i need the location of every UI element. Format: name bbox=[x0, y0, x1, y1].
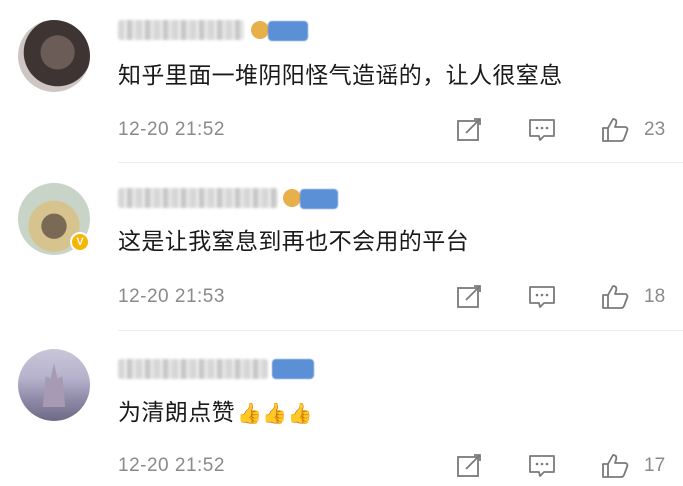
member-emoji-icon bbox=[251, 21, 269, 39]
member-badge bbox=[272, 359, 314, 379]
username-blurred[interactable] bbox=[118, 188, 278, 208]
comment-item: V 这是让我窒息到再也不会用的平台 12-20 21:53 18 bbox=[0, 163, 683, 330]
comment-meta: 12-20 21:53 18 bbox=[0, 282, 683, 312]
comment-text-body: 为清朗点赞 bbox=[118, 400, 235, 426]
share-icon[interactable] bbox=[455, 453, 483, 479]
comment-time: 12-20 21:52 bbox=[118, 455, 225, 476]
thumbs-emoji: 👍👍👍 bbox=[237, 401, 313, 425]
comment-text: 知乎里面一堆阴阳怪气造谣的，让人很窒息 bbox=[118, 63, 563, 89]
avatar[interactable] bbox=[18, 20, 90, 92]
like-count: 18 bbox=[644, 286, 666, 307]
share-icon[interactable] bbox=[455, 117, 483, 143]
comment-icon[interactable] bbox=[528, 453, 556, 479]
username-blurred[interactable] bbox=[118, 359, 268, 379]
thumbs-up-icon[interactable] bbox=[601, 284, 629, 310]
member-badge bbox=[300, 189, 338, 209]
comment-text: 这是让我窒息到再也不会用的平台 bbox=[118, 229, 469, 255]
verified-badge-icon: V bbox=[70, 232, 90, 252]
avatar[interactable] bbox=[18, 349, 90, 421]
comment-time: 12-20 21:52 bbox=[118, 119, 225, 140]
comment-icon[interactable] bbox=[528, 117, 556, 143]
comment-text: 为清朗点赞 👍👍👍 bbox=[118, 398, 313, 428]
comment-item: 为清朗点赞 👍👍👍 12-20 21:52 17 bbox=[0, 330, 683, 486]
comment-icon[interactable] bbox=[528, 284, 556, 310]
comment-item: 知乎里面一堆阴阳怪气造谣的，让人很窒息 12-20 21:52 23 bbox=[0, 0, 683, 163]
like-count: 23 bbox=[644, 119, 666, 140]
thumbs-up-icon[interactable] bbox=[601, 453, 629, 479]
comment-meta: 12-20 21:52 17 bbox=[0, 451, 683, 481]
member-badge bbox=[268, 21, 308, 41]
like-count: 17 bbox=[644, 455, 666, 476]
share-icon[interactable] bbox=[455, 284, 483, 310]
username-blurred[interactable] bbox=[118, 20, 244, 40]
thumbs-up-icon[interactable] bbox=[601, 117, 629, 143]
comment-meta: 12-20 21:52 23 bbox=[0, 115, 683, 145]
comment-time: 12-20 21:53 bbox=[118, 286, 225, 307]
castle-avatar-art bbox=[42, 363, 66, 407]
member-emoji-icon bbox=[283, 189, 301, 207]
